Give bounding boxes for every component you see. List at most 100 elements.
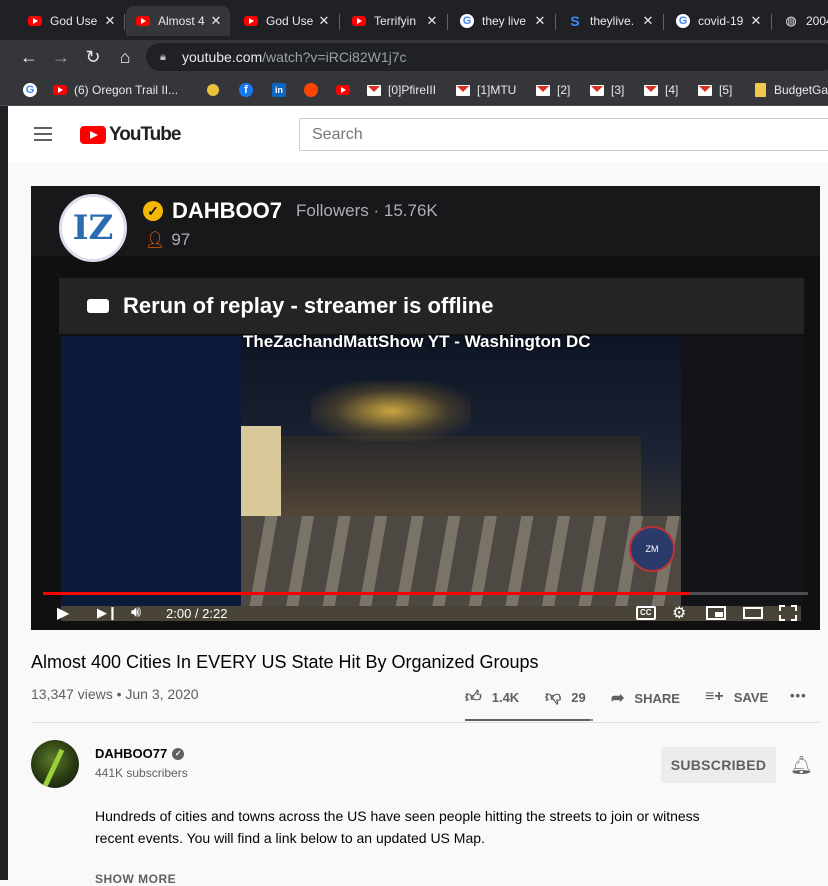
window-edge [0, 106, 8, 880]
browser-tab[interactable]: G covid-19 ✕ [666, 6, 770, 36]
browser-tab[interactable]: God Use ✕ [234, 6, 338, 36]
close-icon[interactable]: ✕ [640, 13, 656, 29]
stream-followers: Followers · 15.76K [296, 201, 438, 220]
forward-arrow-icon[interactable]: → [49, 45, 73, 69]
tab-title: 2004 [806, 14, 828, 28]
tab-title: covid-19 [698, 14, 744, 28]
youtube-play-icon [80, 126, 106, 144]
notification-bell-icon[interactable]: 🔔︎ [790, 755, 813, 777]
person-icon: 👤︎ [145, 232, 166, 249]
share-arrow-icon: ➦ [611, 690, 625, 707]
browser-tab[interactable]: Terrifyin ✕ [342, 6, 446, 36]
scene-streetlight [311, 381, 471, 441]
facebook-icon: f [238, 82, 254, 98]
youtube-icon [52, 82, 68, 98]
browser-tab-active[interactable]: Almost 4 ✕ [126, 6, 230, 36]
browser-tab[interactable]: S theylive. ✕ [558, 6, 662, 36]
save-button[interactable]: ≡+ SAVE [705, 688, 768, 706]
subscriber-count: 441K subscribers [95, 766, 188, 780]
browser-tab[interactable]: G they live ✕ [450, 6, 554, 36]
theater-mode-icon[interactable] [743, 602, 763, 624]
player-controls: ▶ ▶❙ 🔊︎ 2:00 / 2:22 CC ⚙ [31, 598, 820, 628]
channel-avatar[interactable] [31, 740, 79, 788]
miniplayer-icon[interactable] [706, 602, 726, 624]
add-to-playlist-icon: ≡+ [705, 688, 724, 705]
tab-title: theylive. [590, 14, 635, 28]
bookmark-coin[interactable] [205, 80, 227, 100]
fullscreen-icon[interactable] [779, 602, 797, 624]
bookmark-gmail-3[interactable]: [3] [589, 80, 624, 100]
youtube-icon [136, 14, 150, 28]
home-icon[interactable]: ⌂ [113, 45, 137, 69]
bookmark-gmail-1[interactable]: [1]MTU [455, 80, 516, 100]
logo-text: YouTube [109, 124, 181, 145]
dislike-count: 29 [571, 690, 586, 705]
search-input[interactable] [299, 118, 828, 151]
verified-check-icon: ✓ [172, 747, 185, 760]
google-icon: G [22, 82, 38, 98]
bookmark-budget[interactable]: BudgetGa [752, 80, 828, 100]
play-icon[interactable]: ▶ [57, 602, 69, 624]
bookmark-youtube[interactable] [335, 80, 357, 100]
captions-icon[interactable]: CC [636, 602, 656, 624]
channel-name-row[interactable]: DAHBOO77 ✓ [95, 746, 185, 761]
bookmark-gmail-2[interactable]: [2] [535, 80, 570, 100]
more-actions-button[interactable]: ••• [790, 688, 807, 703]
tab-title: Almost 4 [158, 14, 205, 28]
tab-title: God Use [266, 14, 314, 28]
next-icon[interactable]: ▶❙ [97, 602, 118, 624]
offline-banner: Rerun of replay - streamer is offline [59, 278, 804, 334]
like-button[interactable]: 👍︎ 1.4K [465, 688, 519, 707]
bookmark-reddit[interactable] [303, 80, 325, 100]
address-bar[interactable]: 🔒︎ youtube.com/watch?v=iRCi82W1j7c [146, 43, 828, 71]
share-button[interactable]: ➦ SHARE [611, 688, 680, 708]
bookmark-gmail-4[interactable]: [4] [643, 80, 678, 100]
watermark-logo: ZM [629, 526, 675, 572]
bookmark-label: BudgetGa [774, 83, 828, 97]
menu-icon[interactable] [34, 127, 52, 141]
bookmarks-bar: G (6) Oregon Trail II... f in [0]PfireII… [0, 74, 828, 106]
youtube-logo[interactable]: YouTube [80, 124, 181, 146]
subscribed-button[interactable]: SUBSCRIBED [661, 747, 776, 783]
close-icon[interactable]: ✕ [102, 13, 118, 29]
bookmark-oregon-trail[interactable]: (6) Oregon Trail II... [52, 80, 178, 100]
bookmark-google[interactable]: G [22, 80, 44, 100]
close-icon[interactable]: ✕ [748, 13, 764, 29]
tab-separator [339, 14, 340, 30]
time-display: 2:00 / 2:22 [166, 606, 228, 621]
bookmark-label: [2] [557, 83, 571, 97]
volume-icon[interactable]: 🔊︎ [131, 602, 141, 624]
browser-tab[interactable]: ◍ 2004 [774, 6, 828, 36]
close-icon[interactable]: ✕ [532, 13, 548, 29]
close-icon[interactable]: ✕ [316, 13, 332, 29]
settings-gear-icon[interactable]: ⚙ [672, 602, 686, 624]
bookmark-label: [3] [611, 83, 625, 97]
dislike-button[interactable]: 👎︎ 29 [545, 688, 586, 707]
tab-separator [771, 14, 772, 30]
bookmark-label: (6) Oregon Trail II... [74, 83, 179, 97]
bookmark-facebook[interactable]: f [238, 80, 260, 100]
youtube-icon [335, 82, 351, 98]
bookmark-gmail-0[interactable]: [0]PfireIII [366, 80, 436, 100]
thumbs-up-icon: 👍︎ [465, 689, 482, 706]
browser-tab[interactable]: God Use ✕ [18, 6, 124, 36]
browser-tabstrip: God Use ✕ Almost 4 ✕ God Use ✕ Terrifyin… [0, 0, 828, 40]
youtube-header: YouTube [8, 106, 828, 162]
show-more-button[interactable]: SHOW MORE [95, 872, 176, 886]
progress-fill [43, 592, 690, 595]
bookmark-linkedin[interactable]: in [271, 80, 293, 100]
bookmark-icon [752, 82, 768, 98]
scene-crowd [251, 436, 641, 516]
url-host: youtube.com [182, 49, 263, 65]
close-icon[interactable]: ✕ [424, 13, 440, 29]
views-and-date: 13,347 views • Jun 3, 2020 [31, 686, 199, 702]
progress-bar[interactable] [43, 592, 808, 595]
tab-title: Terrifyin [374, 14, 417, 28]
video-player[interactable]: IZ ✓ DAHBOO7 Followers · 15.76K 👤︎ 97 Re… [31, 186, 820, 630]
close-icon[interactable]: ✕ [208, 13, 224, 29]
bookmark-label: [0]PfireIII [388, 83, 437, 97]
back-arrow-icon[interactable]: ← [17, 45, 41, 69]
reload-icon[interactable]: ↻ [81, 45, 105, 69]
tab-title: God Use [50, 14, 98, 28]
bookmark-gmail-5[interactable]: [5] [697, 80, 732, 100]
